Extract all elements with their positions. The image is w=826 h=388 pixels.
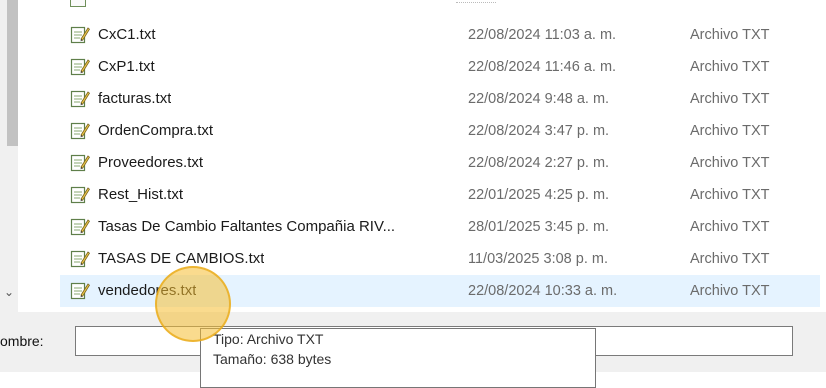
file-name: vendedores.txt (98, 282, 197, 299)
text-file-icon (70, 153, 91, 173)
text-file-icon (70, 89, 91, 109)
scroll-down-arrow[interactable]: ⌄ (2, 284, 16, 300)
scrollbar-thumb[interactable] (7, 0, 18, 146)
file-name: facturas.txt (98, 90, 172, 107)
file-row[interactable]: Tasas De Cambio Faltantes Compañia RIV..… (60, 211, 820, 243)
file-type: Archivo TXT (690, 251, 770, 267)
file-name: CxC1.txt (98, 26, 156, 43)
partial-file-icon (70, 0, 86, 7)
file-type: Archivo TXT (690, 123, 770, 139)
file-type: Archivo TXT (690, 219, 770, 235)
file-date: 11/03/2025 3:08 p. m. (468, 251, 609, 267)
text-file-icon (70, 249, 91, 269)
file-name: OrdenCompra.txt (98, 122, 214, 139)
text-file-icon (70, 121, 91, 141)
file-type: Archivo TXT (690, 91, 770, 107)
file-tooltip: Tipo: Archivo TXT Tamaño: 638 bytes (200, 328, 596, 388)
file-date: 22/08/2024 2:27 p. m. (468, 155, 610, 171)
file-row[interactable]: Proveedores.txt 22/08/2024 2:27 p. m. Arch… (60, 147, 820, 179)
file-name: TASAS DE CAMBIOS.txt (98, 250, 265, 267)
file-date: 22/08/2024 3:47 p. m. (468, 123, 610, 139)
text-file-icon (70, 57, 91, 77)
file-row[interactable]: CxP1.txt 22/08/2024 11:46 a. m. Archivo TX… (60, 51, 820, 83)
file-name: Rest_Hist.txt (98, 186, 184, 203)
file-type: Archivo TXT (690, 59, 770, 75)
text-file-icon (70, 281, 91, 301)
text-file-icon (70, 217, 91, 237)
vertical-scrollbar[interactable]: ⌄ (0, 0, 18, 312)
file-type: Archivo TXT (690, 155, 770, 171)
tooltip-size: Tamaño: 638 bytes (213, 351, 332, 367)
file-date: 22/08/2024 10:33 a. m. (468, 283, 618, 299)
file-row[interactable]: facturas.txt 22/08/2024 9:48 a. m. Archivo… (60, 83, 820, 115)
partial-row-divider (456, 2, 496, 4)
file-name: Proveedores.txt (98, 154, 204, 171)
file-row[interactable]: Rest_Hist.txt 22/01/2025 4:25 p. m. Archiv… (60, 179, 820, 211)
file-row[interactable]: vendedores.txt 22/08/2024 10:33 a. m. Arch… (60, 275, 820, 307)
file-date: 28/01/2025 3:45 p. m. (468, 219, 610, 235)
file-date: 22/08/2024 11:46 a. m. (468, 59, 617, 75)
file-type: Archivo TXT (690, 27, 770, 43)
file-date: 22/08/2024 9:48 a. m. (468, 91, 610, 107)
file-type: Archivo TXT (690, 283, 770, 299)
file-name: CxP1.txt (98, 58, 155, 75)
file-row[interactable]: OrdenCompra.txt 22/08/2024 3:47 p. m. Arch… (60, 115, 820, 147)
file-date: 22/01/2025 4:25 p. m. (468, 187, 610, 203)
file-list: ⌄ CxC1.txt 22/08/2024 11:03 a. m. Archivo … (0, 0, 826, 312)
file-type: Archivo TXT (690, 187, 770, 203)
file-name-label: ombre: (0, 333, 44, 349)
tooltip-type: Tipo: Archivo TXT (213, 331, 324, 347)
file-row[interactable]: CxC1.txt 22/08/2024 11:03 a. m. Archivo TX… (60, 19, 820, 51)
text-file-icon (70, 185, 91, 205)
file-name: Tasas De Cambio Faltantes Compañia RIV..… (98, 218, 396, 235)
file-row[interactable]: TASAS DE CAMBIOS.txt 11/03/2025 3:08 p. m… (60, 243, 820, 275)
file-date: 22/08/2024 11:03 a. m. (468, 27, 617, 43)
text-file-icon (70, 25, 91, 45)
